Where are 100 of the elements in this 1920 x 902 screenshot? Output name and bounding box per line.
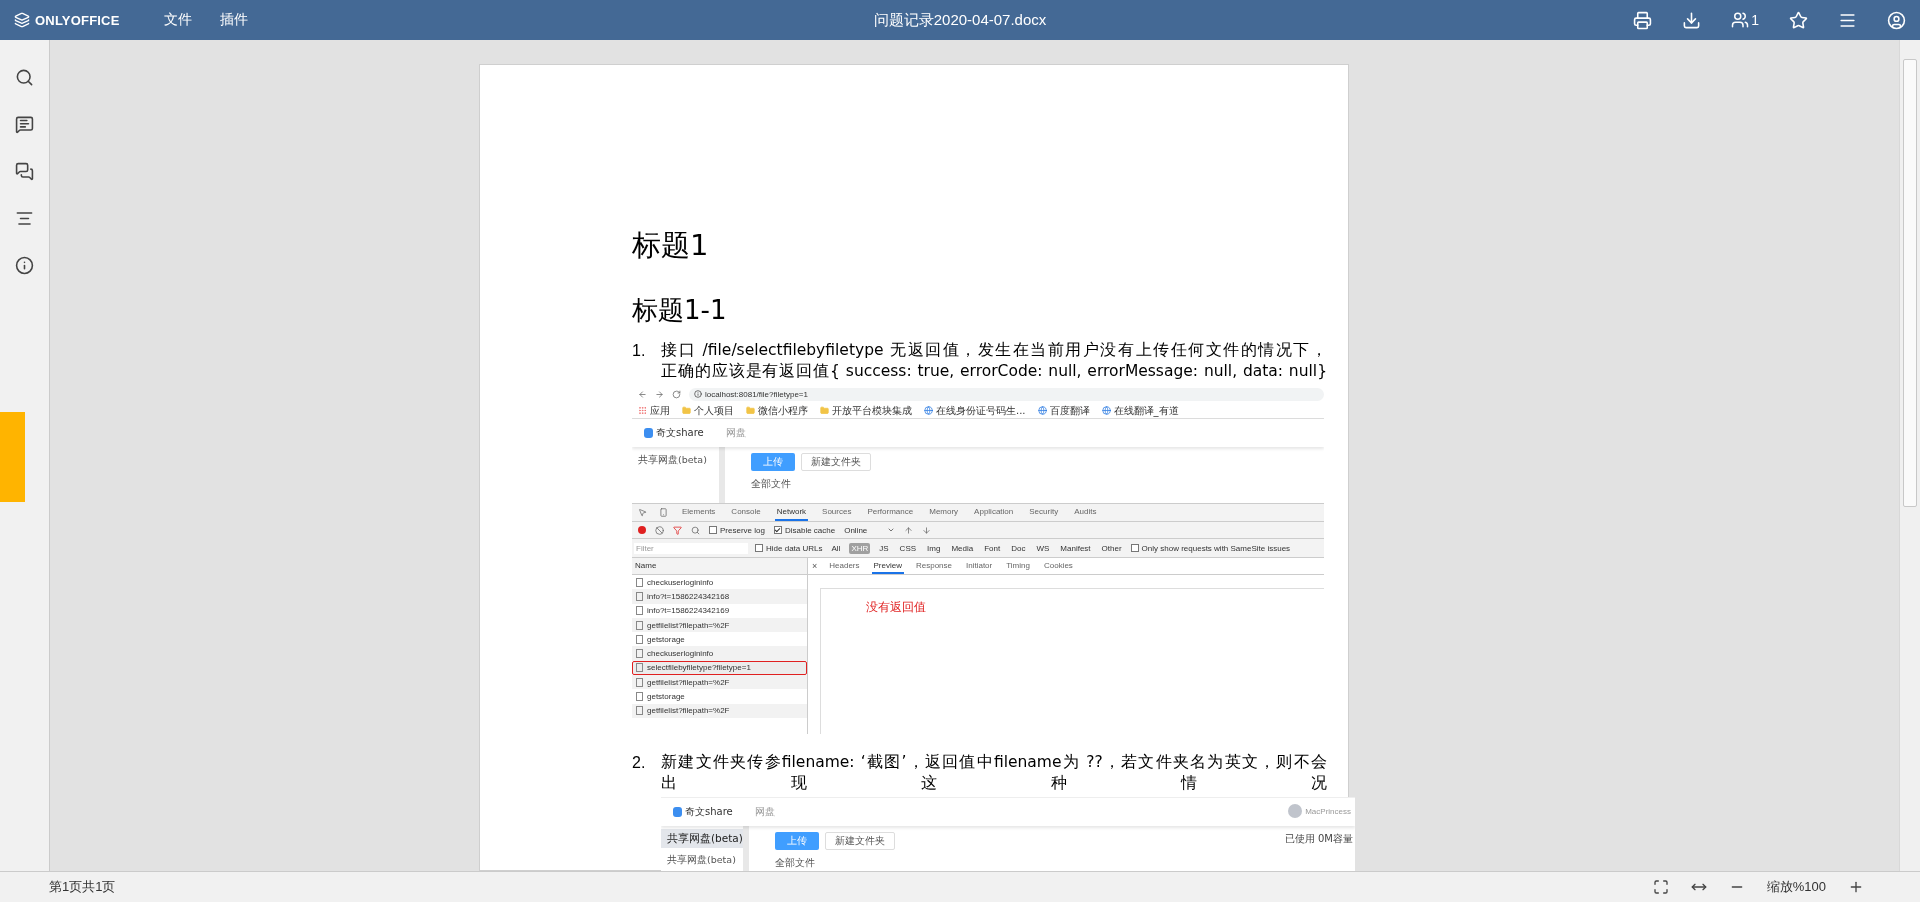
back-icon — [638, 389, 647, 399]
devtools-tab[interactable]: Console — [729, 504, 763, 521]
clear-icon[interactable] — [655, 525, 664, 535]
reload-icon — [672, 389, 681, 399]
devtools-tab[interactable]: Application — [972, 504, 1016, 521]
storage-usage: 已使用 0M容量 — [1284, 832, 1353, 846]
detail-tab[interactable]: Cookies — [1041, 558, 1075, 574]
subheading: 标题1-1 — [632, 294, 728, 327]
bookmark[interactable]: 开放平台模块集成 — [820, 403, 912, 418]
new-folder-button[interactable]: 新建文件夹 — [825, 832, 895, 850]
list-number: 2. — [632, 753, 647, 773]
bookmark[interactable]: 微信小程序 — [746, 403, 808, 418]
star-icon[interactable] — [1789, 10, 1808, 30]
inspect-icon[interactable] — [638, 508, 647, 517]
paragraph-line: 出 现 这 种 情 况 — [661, 773, 1327, 794]
scroll-thumb[interactable] — [1903, 59, 1917, 507]
download-icon[interactable] — [1682, 10, 1702, 30]
breadcrumb: 全部文件 — [775, 856, 816, 870]
folder-icon — [682, 406, 691, 415]
type-filter[interactable]: Media — [949, 542, 976, 554]
filter-field[interactable]: Filter — [634, 542, 748, 554]
type-filter[interactable]: CSS — [897, 542, 919, 554]
disable-cache-checkbox[interactable]: Disable cache — [773, 525, 836, 535]
request-row[interactable]: checkuserlogininfo — [632, 646, 807, 661]
paragraph-line: 新建文件夹传参filename: ‘截图’，返回值中filename为 ??，若文件夹名为英文，则不会 — [661, 752, 1327, 773]
document-title: 问题记录2020-04-07.docx — [873, 10, 1047, 30]
devtools-tab[interactable]: Sources — [820, 504, 854, 521]
app-logo: 奇文share — [644, 426, 704, 440]
close-button[interactable]: × — [812, 558, 818, 574]
type-filter[interactable]: Font — [982, 542, 1003, 554]
samesite-checkbox[interactable]: Only show requests with SameSite issues — [1130, 543, 1291, 553]
devtools-tab[interactable]: Security — [1027, 504, 1061, 521]
type-filter[interactable]: Manifest — [1058, 542, 1093, 554]
menu-item[interactable]: 插件 — [220, 11, 248, 29]
detail-tab[interactable]: Preview — [871, 558, 904, 574]
sidebar-item[interactable]: 共享网盘(beta) — [632, 450, 719, 469]
download-icon[interactable] — [922, 525, 932, 535]
type-filter[interactable]: Other — [1099, 542, 1124, 554]
bookmark[interactable]: 在线身份证号码生... — [924, 403, 1026, 418]
type-filter[interactable]: Doc — [1009, 542, 1028, 554]
column-header: Name — [632, 558, 807, 575]
list-number: 1. — [632, 341, 647, 361]
device-icon[interactable] — [659, 508, 668, 517]
record-icon[interactable] — [638, 526, 646, 534]
comment-icon[interactable] — [15, 115, 34, 134]
bookmark[interactable]: 应用 — [638, 403, 670, 418]
menu-item[interactable]: 文件 — [164, 11, 192, 29]
type-filter[interactable]: WS — [1034, 542, 1052, 554]
users-button[interactable]: 1 — [1731, 11, 1759, 29]
upload-icon[interactable] — [904, 525, 914, 535]
paragraph-line: 正确的应该是有返回值{ success: true, errorCode: null, errorMessage: null, data: null} — [661, 361, 1327, 382]
zoom-in-icon[interactable] — [1848, 879, 1864, 895]
type-filter[interactable]: All — [829, 542, 843, 554]
request-row[interactable]: getfilelist?filepath=%2F — [632, 675, 807, 690]
type-filter[interactable]: JS — [877, 542, 891, 554]
detail-tab[interactable]: Timing — [1004, 558, 1032, 574]
throttle-select[interactable]: Online — [844, 525, 896, 535]
app-logo: ONLYOFFICE — [14, 12, 164, 28]
annotation-text: 没有返回值 — [866, 600, 926, 614]
new-folder-button[interactable]: 新建文件夹 — [801, 453, 871, 471]
globe-icon — [1101, 406, 1111, 415]
globe-icon — [1037, 406, 1047, 415]
info-icon[interactable] — [15, 256, 34, 275]
hide-data-urls-checkbox[interactable]: Hide data URLs — [755, 543, 823, 553]
print-icon[interactable] — [1633, 10, 1653, 30]
user-icon[interactable] — [1887, 10, 1906, 30]
sidebar-item[interactable]: 共享网盘(beta) — [661, 829, 743, 848]
app-logo: 奇文share — [673, 805, 733, 819]
apps-icon — [638, 406, 647, 415]
fit-page-icon[interactable] — [1652, 879, 1669, 895]
paragraph-line: 接口 /file/selectfilebyfiletype 无返回值，发生在当前用户没有上传任何文件的情况下， — [661, 340, 1327, 361]
bookmark[interactable]: 在线翻译_有道 — [1101, 403, 1179, 418]
page-count: 第1页共1页 — [49, 878, 116, 896]
devtools-tab[interactable]: Memory — [927, 504, 961, 521]
breadcrumb: 全部文件 — [751, 477, 792, 491]
detail-tab[interactable]: Response — [913, 558, 954, 574]
devtools-tab[interactable]: Performance — [865, 504, 916, 521]
caret-icon — [887, 526, 896, 534]
detail-tab[interactable]: Initiator — [964, 558, 995, 574]
search-icon[interactable] — [15, 68, 34, 87]
navigation-icon[interactable] — [15, 209, 34, 228]
forward-icon — [655, 389, 664, 399]
zoom-level: 缩放%100 — [1766, 878, 1826, 896]
sidebar-item[interactable]: 共享网盘(beta) — [661, 850, 743, 869]
folder-icon — [820, 406, 829, 415]
globe-icon — [924, 406, 933, 415]
url-text: localhost:8081/file?filetype=1 — [705, 389, 808, 399]
filter-icon[interactable] — [673, 525, 682, 535]
preserve-log-checkbox[interactable]: Preserve log — [709, 525, 765, 535]
bookmark[interactable]: 百度翻译 — [1037, 403, 1090, 418]
type-filter[interactable]: Img — [925, 542, 943, 554]
detail-tab[interactable]: Headers — [827, 558, 862, 574]
bookmark[interactable]: 个人项目 — [682, 403, 734, 418]
request-row[interactable]: info?t=1586224342168 — [632, 589, 807, 604]
devtools-tab[interactable]: Elements — [680, 504, 718, 521]
heading: 标题1 — [632, 227, 710, 264]
info-icon — [694, 390, 702, 398]
devtools-tab[interactable]: Audits — [1072, 504, 1099, 521]
chat-icon[interactable] — [15, 162, 34, 181]
folder-icon — [746, 406, 755, 415]
